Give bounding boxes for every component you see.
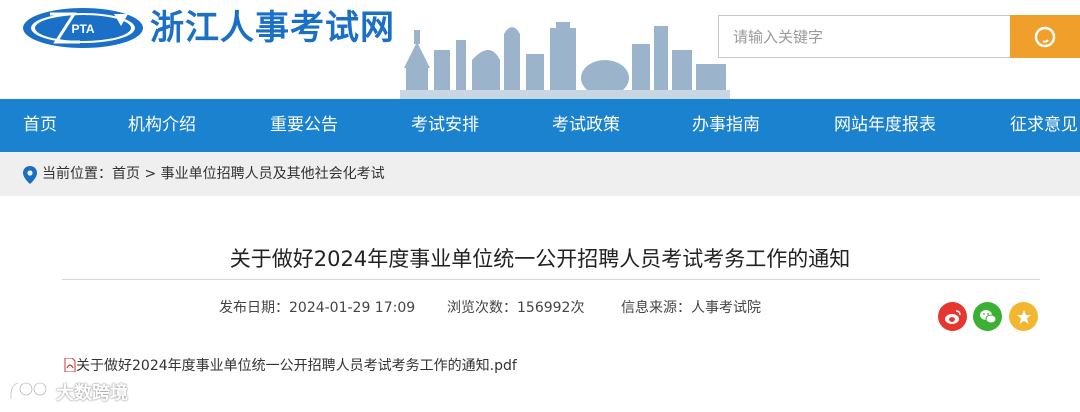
nav-item-about[interactable]: 机构介绍 <box>128 99 196 152</box>
search-input[interactable] <box>718 15 1010 58</box>
share-weibo-button[interactable] <box>938 302 967 331</box>
article-title: 关于做好2024年度事业单位统一公开招聘人员考试考务工作的通知 <box>229 247 851 271</box>
info-source: 信息来源：人事考试院 <box>621 300 761 316</box>
attachment-filename: 关于做好2024年度事业单位统一公开招聘人员考试考务工作的通知.pdf <box>76 358 517 374</box>
site-header: PTA 浙江人事考试网 <box>0 0 1080 99</box>
nav-item-home[interactable]: 首页 <box>23 99 57 152</box>
publish-date: 发布日期：2024-01-29 17:09 <box>219 300 416 316</box>
logo-text: PTA <box>71 22 94 36</box>
weibo-icon <box>944 309 961 324</box>
nav-item-feedback[interactable]: 征求意见 <box>1010 99 1078 152</box>
breadcrumb-current-link[interactable]: 事业单位招聘人员及其他社会化考试 <box>161 166 385 182</box>
favorite-button[interactable] <box>1009 302 1038 331</box>
breadcrumb-home-link[interactable]: 首页 <box>112 166 140 182</box>
favorite-star-icon <box>1016 309 1031 324</box>
pdf-file-icon <box>64 358 76 372</box>
watermark: 大数跨境 <box>8 378 128 406</box>
nav-item-exam-schedule[interactable]: 考试安排 <box>411 99 479 152</box>
breadcrumb: 当前位置：首页 > 事业单位招聘人员及其他社会化考试 <box>0 152 1080 196</box>
breadcrumb-separator: > <box>140 166 161 182</box>
nav-item-annual-report[interactable]: 网站年度报表 <box>834 99 936 152</box>
location-pin-icon <box>23 166 37 184</box>
breadcrumb-prefix: 当前位置： <box>42 166 112 182</box>
watermark-text: 大数跨境 <box>56 383 128 404</box>
nav-item-guide[interactable]: 办事指南 <box>692 99 760 152</box>
search-button[interactable] <box>1010 15 1080 58</box>
site-name[interactable]: 浙江人事考试网 <box>150 6 395 50</box>
title-divider <box>62 279 1040 280</box>
city-skyline-illustration <box>400 22 730 99</box>
pdf-attachment-link[interactable]: 关于做好2024年度事业单位统一公开招聘人员考试考务工作的通知.pdf <box>64 356 517 376</box>
nav-item-announcements[interactable]: 重要公告 <box>270 99 338 152</box>
search-icon <box>1034 26 1056 47</box>
main-nav: 首页 机构介绍 重要公告 考试安排 考试政策 办事指南 网站年度报表 征求意见 <box>0 99 1080 152</box>
wechat-icon <box>979 309 996 323</box>
view-count: 浏览次数：156992次 <box>447 300 585 316</box>
breadcrumb-text: 当前位置：首页 > 事业单位招聘人员及其他社会化考试 <box>42 152 385 196</box>
pta-logo-icon[interactable]: PTA <box>22 6 144 50</box>
share-wechat-button[interactable] <box>973 302 1002 331</box>
watermark-logo-icon <box>9 381 48 400</box>
nav-item-exam-policy[interactable]: 考试政策 <box>552 99 620 152</box>
